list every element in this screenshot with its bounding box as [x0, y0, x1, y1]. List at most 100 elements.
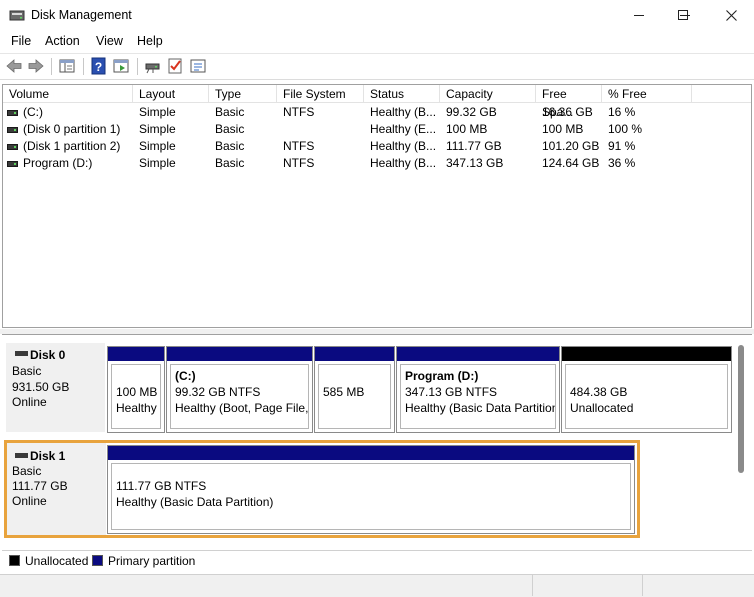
cell-layout: Simple — [139, 139, 176, 153]
back-button[interactable] — [5, 57, 23, 75]
partition-c[interactable]: (C:) 99.32 GB NTFS Healthy (Boot, Page F… — [166, 346, 313, 433]
properties-list-button[interactable] — [189, 57, 207, 75]
cell-file-system: NTFS — [283, 156, 315, 170]
show-hide-action-pane-button[interactable] — [112, 57, 130, 75]
legend-primary-partition: Primary partition — [108, 554, 196, 568]
menu-view[interactable]: View — [96, 34, 123, 48]
column-header-file-system[interactable]: File System — [277, 85, 364, 103]
partition-details: 585 MB — [318, 364, 391, 429]
console-tree-icon — [59, 59, 75, 73]
partition-size: 585 MB — [323, 385, 365, 399]
unallocated-swatch — [9, 555, 20, 566]
status-bar-divider — [642, 575, 643, 596]
table-row[interactable]: (Disk 1 partition 2) Simple Basic NTFS H… — [3, 138, 751, 155]
primary-partition-swatch — [92, 555, 103, 566]
cell-type: Basic — [215, 105, 245, 119]
column-header-volume[interactable]: Volume — [3, 85, 133, 103]
cell-file-system — [277, 121, 364, 138]
partition-disk1-2[interactable]: 111.77 GB NTFS Healthy (Basic Data Parti… — [107, 445, 635, 534]
partition-details: (C:) 99.32 GB NTFS Healthy (Boot, Page F… — [170, 364, 309, 429]
cell-free-space: 100 MB — [542, 122, 584, 136]
cell-type: Basic — [215, 122, 245, 136]
cell-type: Basic — [215, 156, 245, 170]
partition-name — [323, 368, 386, 384]
column-header-layout[interactable]: Layout — [133, 85, 209, 103]
partition-unallocated[interactable]: 484.38 GB Unallocated — [561, 346, 732, 433]
column-header-status[interactable]: Status — [364, 85, 440, 103]
volume-list[interactable]: Volume Layout Type File System Status Ca… — [2, 84, 752, 328]
partition-status: Healthy (Basic Data Partition — [405, 401, 556, 415]
disk-connect-icon — [145, 63, 160, 74]
column-header-free-space[interactable]: Free Spa... — [536, 85, 602, 119]
column-header-percent-free[interactable]: % Free — [602, 85, 692, 103]
legend-unallocated: Unallocated — [25, 554, 89, 568]
properties-list-icon — [190, 59, 206, 73]
partition-details: 111.77 GB NTFS Healthy (Basic Data Parti… — [111, 463, 631, 530]
cell-free-space: 101.20 GB — [542, 139, 600, 153]
partition-program-d[interactable]: Program (D:) 347.13 GB NTFS Healthy (Bas… — [396, 346, 560, 433]
disk-icon — [15, 351, 28, 356]
back-arrow-icon — [6, 59, 22, 73]
cell-layout: Simple — [139, 105, 176, 119]
disk-0-size: 931.50 GB — [12, 380, 70, 394]
partition-name — [570, 368, 723, 384]
help-icon: ? — [91, 57, 106, 75]
cell-type: Basic — [215, 139, 245, 153]
partition-details: Program (D:) 347.13 GB NTFS Healthy (Bas… — [400, 364, 556, 429]
disk-0-type: Basic — [12, 364, 42, 378]
column-header-type[interactable]: Type — [209, 85, 277, 103]
cell-file-system: NTFS — [283, 139, 315, 153]
disk-0-name: Disk 0 — [30, 348, 66, 362]
cell-percent-free: 100 % — [608, 122, 643, 136]
vertical-scrollbar[interactable] — [738, 345, 744, 473]
cell-capacity: 347.13 GB — [446, 156, 504, 170]
menu-help[interactable]: Help — [137, 34, 163, 48]
disk-1-type: Basic — [12, 464, 42, 478]
table-row[interactable]: (C:) Simple Basic NTFS Healthy (B... 99.… — [3, 104, 751, 121]
unallocated-type-bar — [562, 347, 731, 361]
help-button[interactable]: ? — [90, 57, 108, 75]
cell-percent-free: 91 % — [608, 139, 636, 153]
cell-layout: Simple — [139, 122, 176, 136]
forward-button[interactable] — [27, 57, 45, 75]
menu-action[interactable]: Action — [45, 34, 80, 48]
volume-list-header: Volume Layout Type File System Status Ca… — [3, 85, 751, 119]
maximize-icon — [678, 10, 688, 20]
partition-size: 347.13 GB NTFS — [405, 385, 498, 399]
partition-disk0-1[interactable]: 100 MB Healthy — [107, 346, 165, 433]
cell-capacity: 111.77 GB — [446, 139, 502, 153]
partition-type-bar — [315, 347, 394, 361]
minimize-icon — [634, 15, 644, 16]
cell-volume: (Disk 1 partition 2) — [23, 139, 121, 153]
checklist-icon — [168, 58, 182, 74]
table-row[interactable]: Program (D:) Simple Basic NTFS Healthy (… — [3, 155, 751, 172]
disk-1-size: 111.77 GB — [12, 479, 68, 493]
partition-status: Healthy (Boot, Page File, — [175, 401, 309, 415]
check-properties-button[interactable] — [166, 57, 184, 75]
forward-arrow-icon — [28, 59, 44, 73]
toolbar-separator — [83, 58, 84, 75]
cell-volume: (Disk 0 partition 1) — [23, 122, 121, 136]
partition-size: 99.32 GB NTFS — [175, 385, 261, 399]
cell-status: Healthy (B... — [370, 139, 437, 153]
partition-name: (C:) — [175, 369, 196, 383]
partition-status: Healthy — [116, 401, 157, 415]
column-header-capacity[interactable]: Capacity — [440, 85, 536, 103]
window-title: Disk Management — [31, 8, 132, 22]
partition-disk0-3[interactable]: 585 MB — [314, 346, 395, 433]
disk-1-name: Disk 1 — [30, 449, 66, 463]
menu-file[interactable]: File — [11, 34, 31, 48]
show-hide-console-tree-button[interactable] — [58, 57, 76, 75]
disk-0-state: Online — [12, 395, 47, 409]
partition-size: 484.38 GB — [570, 385, 628, 399]
partition-size: 111.77 GB NTFS — [116, 479, 207, 493]
disk-icon — [15, 453, 28, 458]
connect-virtual-disk-button[interactable] — [144, 57, 162, 75]
partition-status: Unallocated — [570, 401, 634, 415]
cell-status: Healthy (B... — [370, 105, 437, 119]
close-button[interactable] — [708, 0, 754, 31]
toolbar-separator — [51, 58, 52, 75]
table-row[interactable]: (Disk 0 partition 1) Simple Basic Health… — [3, 121, 751, 138]
partition-details: 484.38 GB Unallocated — [565, 364, 728, 429]
partition-details: 100 MB Healthy — [111, 364, 161, 429]
